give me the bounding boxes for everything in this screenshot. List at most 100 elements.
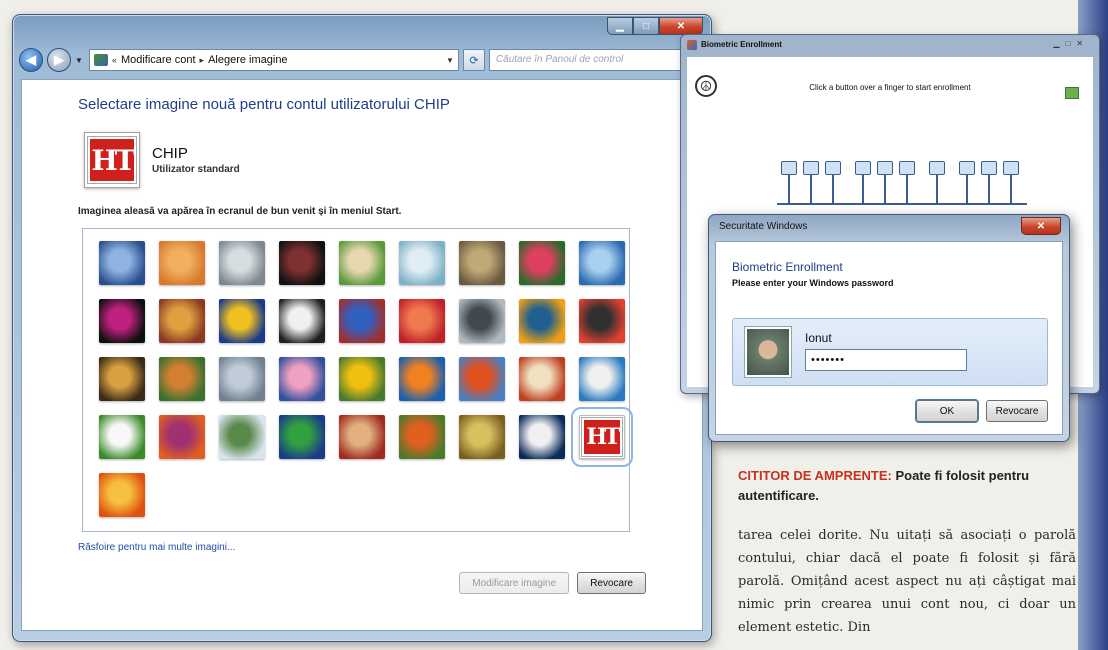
refresh-button[interactable]: ⟳: [462, 49, 485, 71]
window-title: Biometric Enrollment: [701, 40, 782, 49]
picture-tile-ball-swirl[interactable]: [99, 299, 145, 343]
finger-button-6[interactable]: [899, 161, 915, 175]
close-button[interactable]: ✕: [1021, 217, 1061, 235]
picture-tile-butterfly[interactable]: [399, 415, 445, 459]
picture-tile-toy-robot[interactable]: [219, 357, 265, 401]
credential-tile[interactable]: Ionut •••••••: [732, 318, 1048, 386]
back-button[interactable]: ◀: [19, 48, 43, 72]
change-picture-button[interactable]: Modificare imagine: [459, 572, 570, 594]
finger-connector: [788, 175, 790, 203]
picture-tile-orange-flower[interactable]: [99, 473, 145, 517]
picture-tile-lighthouse[interactable]: [519, 415, 565, 459]
credential-username: Ionut: [805, 331, 832, 345]
picture-tile-fabric[interactable]: [159, 299, 205, 343]
finger-connector: [966, 175, 968, 203]
breadcrumb-item[interactable]: Modificare cont: [121, 54, 196, 66]
green-flag-icon: [1065, 87, 1079, 99]
picture-tile-daruma[interactable]: [519, 357, 565, 401]
finger-connector: [884, 175, 886, 203]
dialog-title: Securitate Windows: [719, 221, 808, 232]
finger-button-4[interactable]: [855, 161, 871, 175]
picture-tile-leaf-yellow[interactable]: [219, 299, 265, 343]
picture-tile-robot-arm[interactable]: [99, 241, 145, 285]
picture-tile-window[interactable]: [279, 415, 325, 459]
recent-pages-chevron-icon[interactable]: ▼: [75, 56, 83, 65]
picture-tile-fish[interactable]: [399, 357, 445, 401]
hand-outline: [777, 203, 1027, 205]
picture-tile-rocks[interactable]: [459, 241, 505, 285]
picture-tile-gyroscope[interactable]: [399, 241, 445, 285]
enrollment-hint: Click a button over a finger to start en…: [809, 83, 971, 92]
picture-tile-shell-spiral[interactable]: [459, 415, 505, 459]
biometric-app-icon: [687, 40, 697, 50]
finger-button-3[interactable]: [825, 161, 841, 175]
picture-tile-cat[interactable]: [339, 241, 385, 285]
picture-tile-textile[interactable]: [279, 357, 325, 401]
forward-button[interactable]: ▶: [47, 48, 71, 72]
dialog-buttons: OK Revocare: [915, 399, 1048, 423]
picture-tile-crayons[interactable]: [339, 299, 385, 343]
picture-tile-stairs[interactable]: [519, 299, 565, 343]
finger-button-8[interactable]: [959, 161, 975, 175]
finger-button-1[interactable]: [781, 161, 797, 175]
picture-tile-wheel[interactable]: [579, 241, 625, 285]
finger-button-9[interactable]: [981, 161, 997, 175]
address-dropdown-chevron-icon[interactable]: ▼: [446, 56, 454, 65]
windows-security-dialog: Securitate Windows ✕ Biometric Enrollmen…: [708, 214, 1070, 442]
maximize-button[interactable]: □: [633, 17, 659, 35]
picture-tile-record[interactable]: [279, 241, 325, 285]
chip-logo-icon: HT: [87, 136, 137, 184]
picture-tile-marbles[interactable]: [219, 415, 265, 459]
avatar: HT: [84, 132, 140, 188]
cancel-button[interactable]: Revocare: [986, 400, 1048, 422]
close-button[interactable]: ✕: [659, 17, 703, 35]
ok-button[interactable]: OK: [915, 399, 979, 423]
article-column: CITITOR DE AMPRENTE: Poate fi folosit pe…: [738, 466, 1076, 639]
minimize-button[interactable]: ▁: [607, 17, 633, 35]
picture-tile-dog[interactable]: [279, 299, 325, 343]
picture-tile-balloon[interactable]: [459, 357, 505, 401]
picture-tile-guitar[interactable]: [99, 357, 145, 401]
picture-tile-red-flower[interactable]: [579, 299, 625, 343]
finger-connector: [906, 175, 908, 203]
picture-tile-sailboat[interactable]: [579, 357, 625, 401]
picture-tile-starfish[interactable]: [159, 241, 205, 285]
password-field[interactable]: •••••••: [805, 349, 967, 371]
search-input[interactable]: Căutare în Panoul de control: [488, 49, 703, 71]
finger-button-7[interactable]: [929, 161, 945, 175]
browse-more-pictures-link[interactable]: Răsfoire pentru mai multe imagini...: [78, 542, 235, 553]
picture-tile-chip-logo[interactable]: HT: [571, 407, 633, 467]
dialog-heading: Biometric Enrollment: [732, 260, 843, 274]
picture-tile-sunflower[interactable]: [339, 357, 385, 401]
breadcrumb-overflow-icon[interactable]: «: [112, 55, 117, 65]
picture-tile-jacks[interactable]: [459, 299, 505, 343]
picture-tile-pomeranian[interactable]: [159, 357, 205, 401]
finger-connector: [988, 175, 990, 203]
cancel-button[interactable]: Revocare: [577, 572, 646, 594]
picture-tile-pencils[interactable]: [159, 415, 205, 459]
breadcrumb-item[interactable]: Alegere imagine: [208, 54, 288, 66]
finger-button-10[interactable]: [1003, 161, 1019, 175]
dialog-content: Biometric Enrollment Please enter your W…: [715, 241, 1063, 435]
chip-logo-icon: HT: [581, 417, 623, 457]
finger-connector: [832, 175, 834, 203]
dialog-subheading: Please enter your Windows password: [732, 278, 894, 288]
picture-tile-soccer-ball[interactable]: [99, 415, 145, 459]
picture-tile-red-burst[interactable]: [399, 299, 445, 343]
control-panel-icon: [93, 54, 108, 66]
finger-button-2[interactable]: [803, 161, 819, 175]
finger-button-5[interactable]: [877, 161, 893, 175]
picture-tile-flower-red[interactable]: [519, 241, 565, 285]
picture-instructions: Imaginea aleasă va apărea în ecranul de …: [78, 206, 402, 217]
address-bar[interactable]: « Modificare cont ▸ Alegere imagine ▼: [88, 49, 459, 71]
user-account-type: Utilizator standard: [152, 164, 240, 175]
navigation-bar: ◀ ▶ ▼ « Modificare cont ▸ Alegere imagin…: [19, 45, 703, 75]
picture-tile-red-lace[interactable]: [339, 415, 385, 459]
picture-grid: HT: [82, 228, 633, 532]
figure-caption: CITITOR DE AMPRENTE: Poate fi folosit pe…: [738, 466, 1076, 506]
article-body: tarea celei dorite. Nu uitați să asociaț…: [738, 528, 1076, 635]
window-caption-buttons[interactable]: ▁□✕: [1053, 39, 1089, 48]
window-caption-buttons: ▁ □ ✕: [607, 17, 703, 35]
breadcrumb-separator-icon[interactable]: ▸: [200, 55, 205, 66]
picture-tile-robot[interactable]: [219, 241, 265, 285]
